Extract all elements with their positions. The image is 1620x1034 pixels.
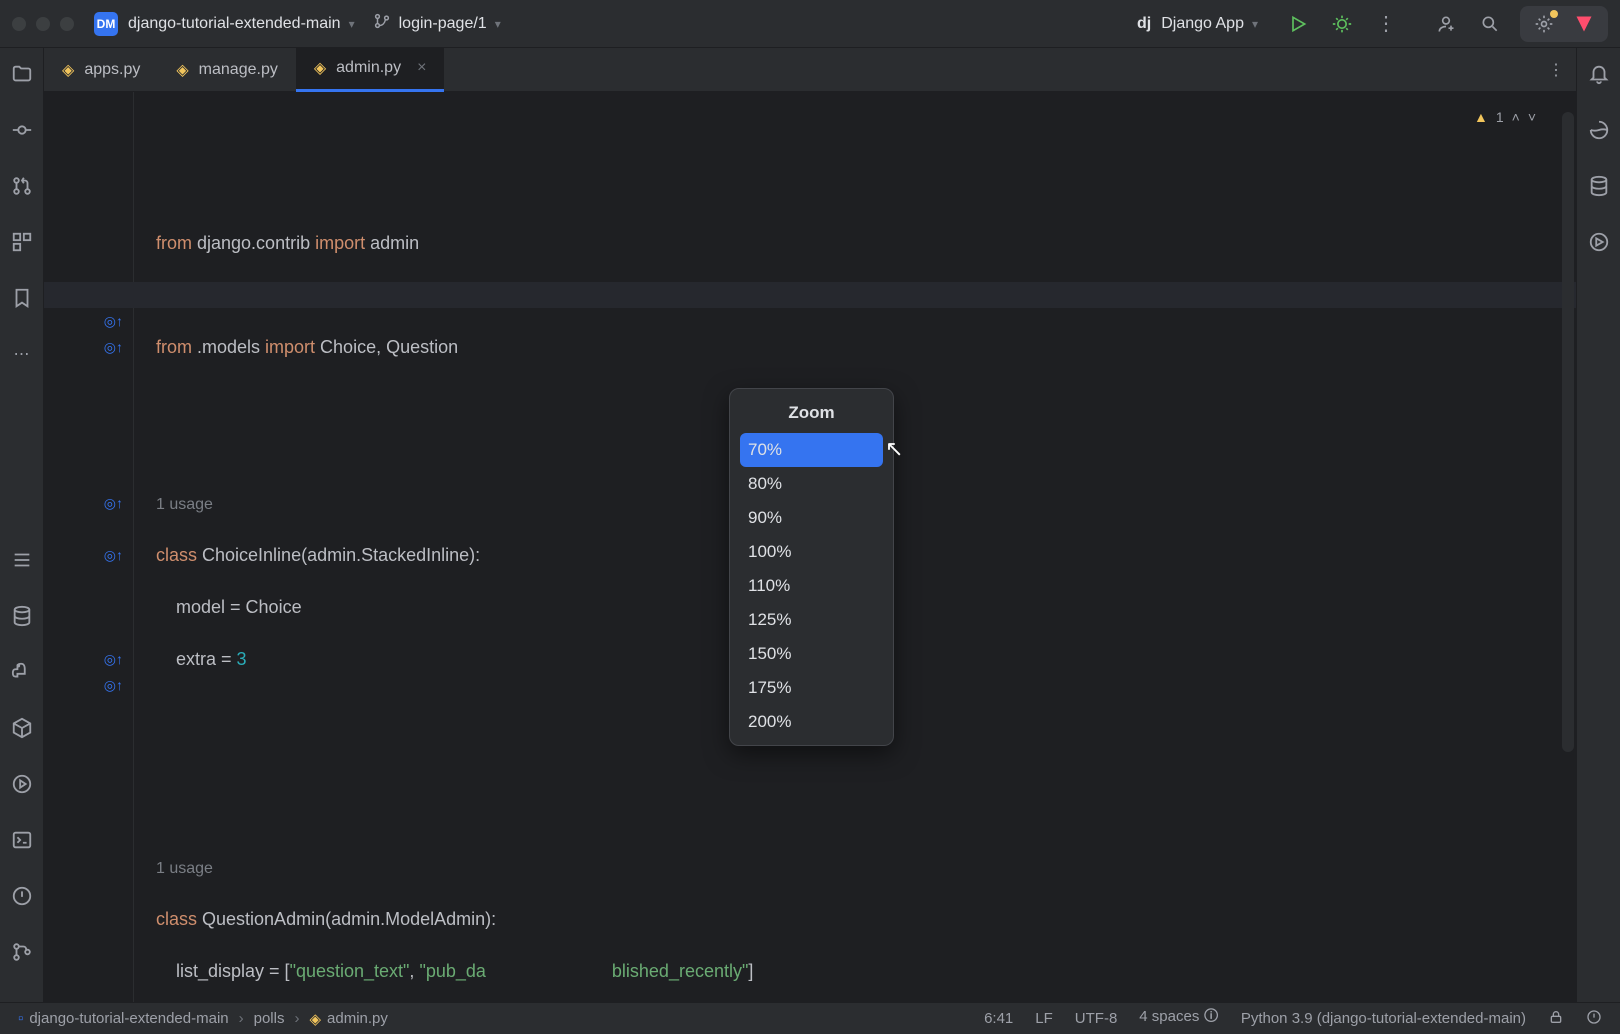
- run-button[interactable]: [1280, 6, 1316, 42]
- python-file-icon: ◈: [309, 1010, 321, 1028]
- project-tool-icon[interactable]: [6, 58, 38, 90]
- run-config-badge: dj: [1137, 15, 1151, 33]
- terminal-tool-icon[interactable]: [6, 824, 38, 856]
- branch-name[interactable]: login-page/1: [399, 15, 487, 33]
- chevron-down-icon[interactable]: ▾: [1252, 17, 1258, 31]
- right-sidebar: [1576, 48, 1620, 1002]
- commit-tool-icon[interactable]: [6, 114, 38, 146]
- zoom-popup: Zoom 70%80%90%100%110%125%150%175%200%: [729, 388, 894, 746]
- readonly-icon[interactable]: [1548, 1009, 1564, 1029]
- close-tab-icon[interactable]: ×: [417, 59, 426, 77]
- vcs-tool-icon[interactable]: [6, 936, 38, 968]
- override-gutter-icon[interactable]: ◎↑: [104, 339, 123, 356]
- database-tool-icon[interactable]: [6, 600, 38, 632]
- todo-tool-icon[interactable]: [6, 544, 38, 576]
- zoom-option[interactable]: 125%: [730, 603, 893, 637]
- override-gutter-icon[interactable]: ◎↑: [104, 313, 123, 330]
- tab-label: apps.py: [84, 61, 140, 79]
- breadcrumb-file[interactable]: admin.py: [327, 1010, 388, 1027]
- zoom-option[interactable]: 90%: [730, 501, 893, 535]
- gutter: ◎↑ ◎↑ ◎↑ ◎↑ ◎↑ ◎↑: [44, 92, 134, 1002]
- more-actions-button[interactable]: ⋮: [1368, 6, 1404, 42]
- editor-tabs: ◈ apps.py ◈ manage.py ◈ admin.py × ⋮: [44, 48, 1576, 92]
- zoom-option[interactable]: 100%: [730, 535, 893, 569]
- maximize-window-icon[interactable]: [60, 17, 74, 31]
- minimize-window-icon[interactable]: [36, 17, 50, 31]
- cursor-position[interactable]: 6:41: [984, 1010, 1013, 1027]
- settings-button[interactable]: [1526, 6, 1562, 42]
- override-gutter-icon[interactable]: ◎↑: [104, 651, 123, 668]
- endpoints-tool-icon[interactable]: [1583, 226, 1615, 258]
- notification-dot-icon: [1550, 10, 1558, 18]
- module-icon: ▫: [18, 1010, 23, 1027]
- chevron-down-icon[interactable]: ▾: [495, 17, 501, 31]
- ai-assistant-icon[interactable]: [1583, 114, 1615, 146]
- tab-label: manage.py: [199, 61, 278, 79]
- zoom-option[interactable]: 200%: [730, 705, 893, 739]
- tab-label: admin.py: [336, 59, 401, 77]
- tab-more-button[interactable]: ⋮: [1548, 60, 1564, 80]
- problems-tool-icon[interactable]: [6, 880, 38, 912]
- search-button[interactable]: [1472, 6, 1508, 42]
- bookmarks-tool-icon[interactable]: [6, 282, 38, 314]
- left-sidebar: ⋯: [0, 48, 44, 1002]
- zoom-option[interactable]: 110%: [730, 569, 893, 603]
- warning-count: 1: [1496, 104, 1504, 130]
- python-interpreter[interactable]: Python 3.9 (django-tutorial-extended-mai…: [1241, 1010, 1526, 1027]
- pull-requests-icon[interactable]: [6, 170, 38, 202]
- tab-admin[interactable]: ◈ admin.py ×: [296, 48, 445, 92]
- breadcrumb-root[interactable]: django-tutorial-extended-main: [29, 1010, 228, 1027]
- statusbar: ▫ django-tutorial-extended-main › polls …: [0, 1002, 1620, 1034]
- settings-group: [1520, 6, 1608, 42]
- override-gutter-icon[interactable]: ◎↑: [104, 677, 123, 694]
- file-encoding[interactable]: UTF-8: [1075, 1010, 1118, 1027]
- branch-icon: [373, 12, 391, 35]
- line-separator[interactable]: LF: [1035, 1010, 1053, 1027]
- python-file-icon: ◈: [62, 60, 74, 80]
- status-info-icon[interactable]: [1586, 1009, 1602, 1029]
- mouse-cursor-icon: ↖: [885, 436, 903, 462]
- python-file-icon: ◈: [314, 58, 326, 78]
- zoom-option[interactable]: 150%: [730, 637, 893, 671]
- tab-manage[interactable]: ◈ manage.py: [158, 48, 295, 92]
- titlebar: DM django-tutorial-extended-main ▾ login…: [0, 0, 1620, 48]
- zoom-option[interactable]: 70%: [740, 433, 883, 467]
- popup-title: Zoom: [730, 395, 893, 433]
- zoom-option[interactable]: 80%: [730, 467, 893, 501]
- structure-tool-icon[interactable]: [6, 226, 38, 258]
- run-config-name[interactable]: Django App: [1161, 15, 1244, 33]
- project-badge: DM: [94, 12, 118, 36]
- python-file-icon: ◈: [176, 60, 188, 80]
- window-controls[interactable]: [12, 17, 74, 31]
- chevron-down-icon[interactable]: ▾: [349, 17, 355, 31]
- ide-logo-icon[interactable]: [1566, 6, 1602, 42]
- indent-settings[interactable]: 4 spaces 🛈: [1139, 1006, 1219, 1031]
- chevron-up-icon[interactable]: ˄: [1512, 104, 1520, 130]
- inspection-widget[interactable]: ▲ 1 ˄ ˅: [1474, 104, 1536, 130]
- more-tools-icon[interactable]: ⋯: [6, 338, 38, 370]
- project-name[interactable]: django-tutorial-extended-main: [128, 15, 341, 33]
- database-tool-icon[interactable]: [1583, 170, 1615, 202]
- chevron-down-icon[interactable]: ˅: [1528, 104, 1536, 130]
- warning-icon: ▲: [1474, 104, 1488, 130]
- zoom-option[interactable]: 175%: [730, 671, 893, 705]
- debug-button[interactable]: [1324, 6, 1360, 42]
- lock-icon: 🛈: [1204, 1008, 1219, 1025]
- override-gutter-icon[interactable]: ◎↑: [104, 547, 123, 564]
- code-with-me-icon[interactable]: [1428, 6, 1464, 42]
- notifications-tool-icon[interactable]: [1583, 58, 1615, 90]
- override-gutter-icon[interactable]: ◎↑: [104, 495, 123, 512]
- services-tool-icon[interactable]: [6, 768, 38, 800]
- close-window-icon[interactable]: [12, 17, 26, 31]
- python-console-icon[interactable]: [6, 656, 38, 688]
- tab-apps[interactable]: ◈ apps.py: [44, 48, 158, 92]
- packages-tool-icon[interactable]: [6, 712, 38, 744]
- breadcrumb-folder[interactable]: polls: [254, 1010, 285, 1027]
